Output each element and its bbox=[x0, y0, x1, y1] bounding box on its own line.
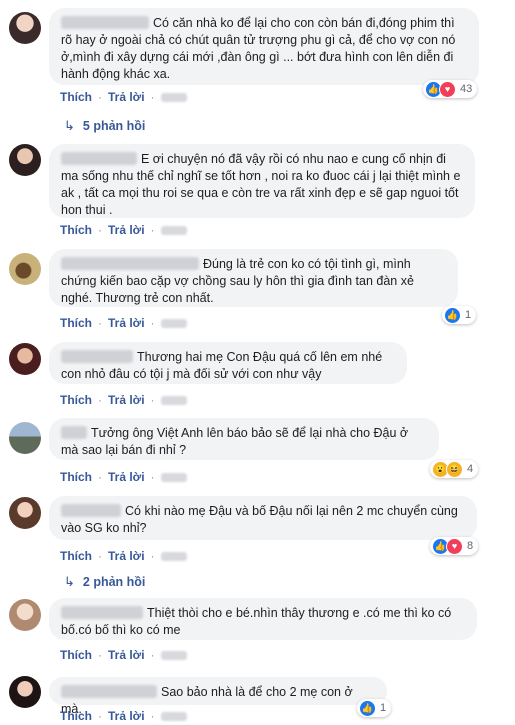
comment-actions: Thích · Trả lời · bbox=[60, 709, 187, 723]
reply-button[interactable]: Trả lời bbox=[108, 648, 145, 662]
avatar[interactable] bbox=[9, 343, 41, 375]
love-icon: ♥ bbox=[446, 537, 463, 555]
comment-bubble: Tưởng ông Việt Anh lên báo bảo sẽ để lại… bbox=[49, 418, 439, 460]
reaction-summary[interactable]: 👍 1 bbox=[357, 699, 392, 717]
author-name[interactable] bbox=[61, 685, 157, 698]
reply-button[interactable]: Trả lời bbox=[108, 90, 145, 104]
avatar[interactable] bbox=[9, 253, 41, 285]
reaction-summary[interactable]: 😮 😆 4 bbox=[430, 460, 479, 478]
love-icon: ♥ bbox=[439, 80, 456, 98]
like-button[interactable]: Thích bbox=[60, 223, 92, 237]
like-icon: 👍 bbox=[444, 306, 461, 324]
avatar[interactable] bbox=[9, 676, 41, 708]
author-name[interactable] bbox=[61, 257, 199, 270]
comment-actions: Thích · Trả lời · bbox=[60, 393, 187, 407]
reaction-summary[interactable]: 👍 1 bbox=[442, 306, 477, 324]
avatar[interactable] bbox=[9, 12, 41, 44]
like-button[interactable]: Thích bbox=[60, 393, 92, 407]
like-button[interactable]: Thích bbox=[60, 470, 92, 484]
comment-actions: Thích · Trả lời · bbox=[60, 316, 187, 330]
reaction-count: 8 bbox=[467, 540, 474, 552]
comment-text: Tưởng ông Việt Anh lên báo bảo sẽ để lại… bbox=[61, 426, 409, 457]
comment-actions: Thích · Trả lời · bbox=[60, 648, 187, 662]
author-name[interactable] bbox=[61, 152, 137, 165]
like-icon: 👍 bbox=[359, 699, 376, 717]
reaction-count: 4 bbox=[467, 463, 474, 475]
timestamp[interactable] bbox=[160, 551, 187, 561]
comment-bubble: E ơi chuyện nó đã vậy rồi có nhu nao e c… bbox=[49, 144, 475, 218]
author-name[interactable] bbox=[61, 16, 149, 29]
timestamp[interactable] bbox=[160, 472, 187, 482]
comment-bubble: Có khi nào mẹ Đậu và bố Đậu nối lại nên … bbox=[49, 496, 477, 540]
reply-button[interactable]: Trả lời bbox=[108, 316, 145, 330]
haha-icon: 😆 bbox=[446, 460, 463, 478]
avatar[interactable] bbox=[9, 144, 41, 176]
reaction-count: 1 bbox=[465, 309, 472, 321]
reaction-count: 1 bbox=[380, 702, 387, 714]
timestamp[interactable] bbox=[160, 395, 187, 405]
reply-button[interactable]: Trả lời bbox=[108, 709, 145, 723]
timestamp[interactable] bbox=[160, 318, 187, 328]
like-button[interactable]: Thích bbox=[60, 648, 92, 662]
comment-actions: Thích · Trả lời · bbox=[60, 90, 187, 104]
comment-bubble: Đúng là trẻ con ko có tội tình gì, mình … bbox=[49, 249, 458, 307]
avatar[interactable] bbox=[9, 422, 41, 454]
avatar[interactable] bbox=[9, 497, 41, 529]
author-name[interactable] bbox=[61, 426, 87, 439]
view-replies-link[interactable]: ↳ 2 phản hồi bbox=[64, 574, 145, 590]
avatar[interactable] bbox=[9, 599, 41, 631]
comment-actions: Thích · Trả lời · bbox=[60, 549, 187, 563]
reaction-summary[interactable]: 👍 ♥ 43 bbox=[423, 80, 478, 98]
author-name[interactable] bbox=[61, 350, 133, 363]
comment-actions: Thích · Trả lời · bbox=[60, 223, 187, 237]
reply-button[interactable]: Trả lời bbox=[108, 393, 145, 407]
like-button[interactable]: Thích bbox=[60, 90, 92, 104]
author-name[interactable] bbox=[61, 504, 121, 517]
like-button[interactable]: Thích bbox=[60, 316, 92, 330]
comment-bubble: Thương hai mẹ Con Đậu quá cố lên em nhé … bbox=[49, 342, 407, 384]
reaction-count: 43 bbox=[460, 83, 473, 95]
reply-arrow-icon: ↳ bbox=[64, 574, 75, 589]
timestamp[interactable] bbox=[160, 92, 187, 102]
timestamp[interactable] bbox=[160, 711, 187, 721]
comment-bubble: Sao bảo nhà là để cho 2 mẹ con ở mà. bbox=[49, 677, 387, 716]
reply-button[interactable]: Trả lời bbox=[108, 470, 145, 484]
view-replies-link[interactable]: ↳ 5 phản hồi bbox=[64, 118, 145, 134]
comment-actions: Thích · Trả lời · bbox=[60, 470, 187, 484]
reply-arrow-icon: ↳ bbox=[64, 118, 75, 133]
reaction-summary[interactable]: 👍 ♥ 8 bbox=[430, 537, 479, 555]
timestamp[interactable] bbox=[160, 225, 187, 235]
reply-button[interactable]: Trả lời bbox=[108, 223, 145, 237]
comment-bubble: Có căn nhà ko để lại cho con còn bán đi,… bbox=[49, 8, 479, 85]
timestamp[interactable] bbox=[160, 650, 187, 660]
like-button[interactable]: Thích bbox=[60, 709, 92, 723]
like-button[interactable]: Thích bbox=[60, 549, 92, 563]
reply-button[interactable]: Trả lời bbox=[108, 549, 145, 563]
comment-bubble: Thiệt thòi cho e bé.nhìn thây thương e .… bbox=[49, 598, 477, 640]
author-name[interactable] bbox=[61, 606, 143, 619]
